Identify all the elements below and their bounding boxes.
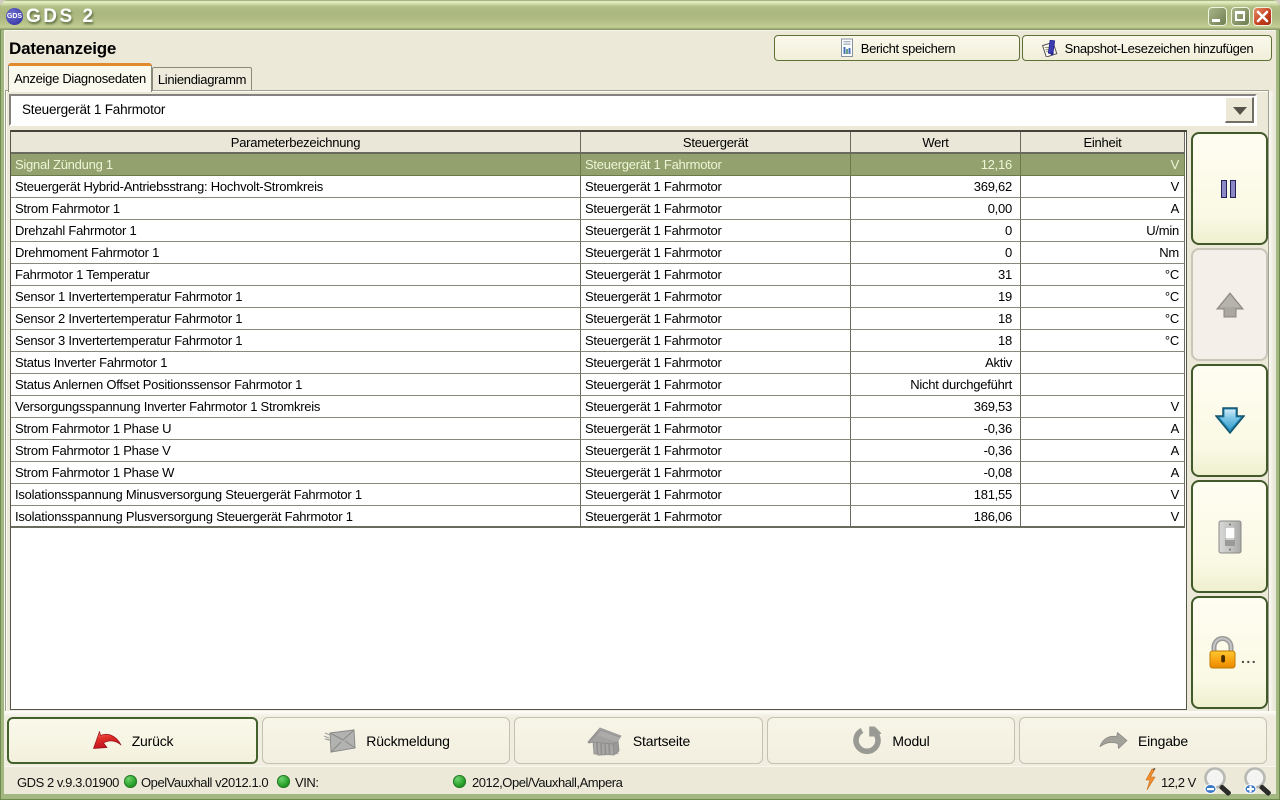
svg-text:...: ... bbox=[1241, 650, 1257, 666]
